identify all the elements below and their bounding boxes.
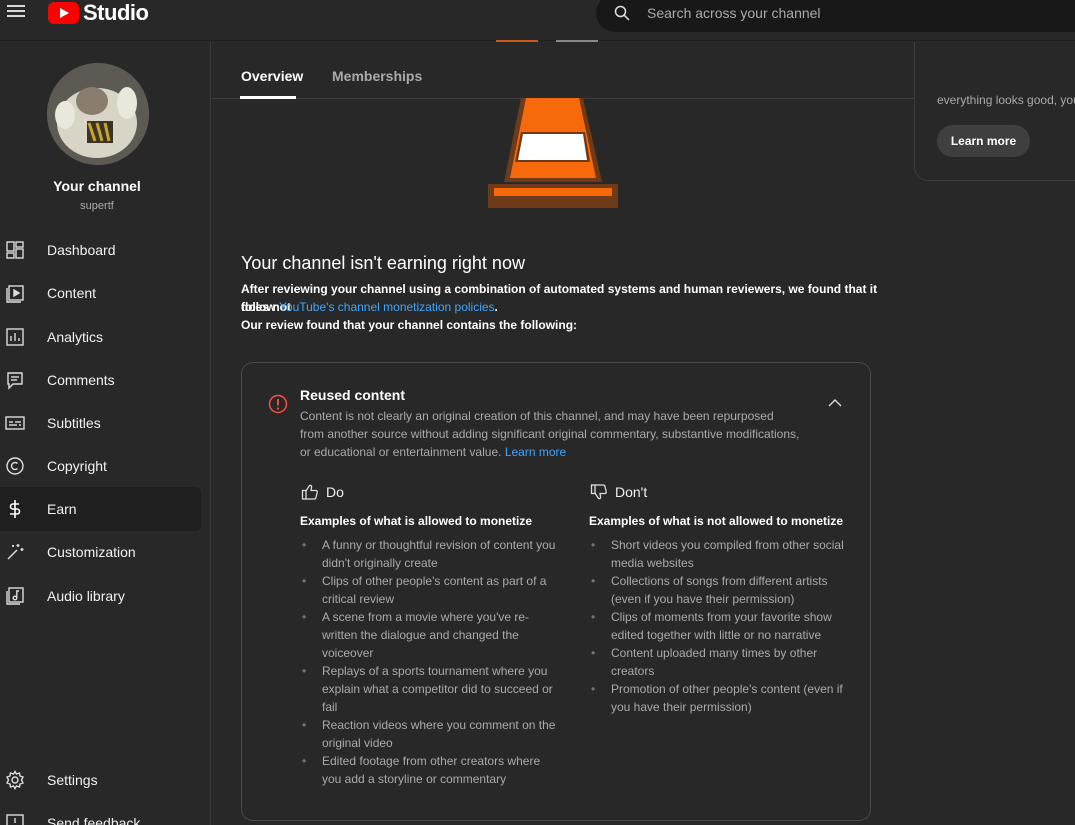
list-item: Short videos you compiled from other soc… — [591, 536, 851, 572]
dollar-icon — [9, 500, 21, 518]
youtube-logo-icon — [48, 2, 79, 24]
traffic-cone-illustration — [488, 98, 618, 208]
active-tab-indicator — [240, 96, 296, 99]
sidebar-item-dashboard[interactable]: Dashboard — [0, 228, 201, 272]
hamburger-menu-icon[interactable] — [5, 2, 27, 24]
search-bar[interactable]: Search across your channel — [596, 0, 1075, 32]
issue-title: Reused content — [300, 387, 406, 403]
status-line-3: Our review found that your channel conta… — [241, 318, 578, 332]
sidebar-item-send-feedback[interactable]: Send feedback — [0, 801, 201, 825]
do-label: Do — [326, 484, 344, 500]
sidebar-item-label: Copyright — [47, 458, 107, 474]
audio-library-icon — [6, 587, 24, 605]
sidebar-item-copyright[interactable]: Copyright — [0, 444, 201, 488]
gear-icon — [6, 770, 24, 790]
sidebar-item-label: Earn — [47, 501, 77, 517]
dashboard-icon — [6, 241, 24, 259]
list-item: Reaction videos where you comment on the… — [302, 716, 562, 752]
copyright-icon — [6, 457, 24, 475]
dont-label: Don't — [615, 484, 648, 500]
thumbs-up-icon — [301, 484, 318, 500]
top-bar: Studio Search across your channel — [0, 0, 1075, 41]
list-item: Collections of songs from different arti… — [591, 572, 851, 608]
content-icon — [6, 285, 24, 303]
sidebar-item-label: Comments — [47, 372, 115, 388]
list-item: Promotion of other people's content (eve… — [591, 680, 851, 716]
sidebar-item-label: Customization — [47, 544, 136, 560]
list-item: A funny or thoughtful revision of conten… — [302, 536, 562, 572]
right-info-panel: everything looks good, you Learn more — [914, 42, 1075, 181]
right-panel-text: everything looks good, you — [937, 93, 1075, 107]
sidebar-item-label: Dashboard — [47, 242, 116, 258]
youtube-studio-logo[interactable]: Studio — [48, 0, 149, 26]
sidebar-item-earn[interactable]: Earn — [0, 487, 201, 531]
sidebar-item-subtitles[interactable]: Subtitles — [0, 401, 201, 445]
reused-content-card: Reused content Content is not clearly an… — [241, 362, 871, 821]
chevron-up-icon[interactable] — [828, 398, 842, 408]
status-line-2-prefix: follow — [241, 300, 279, 314]
do-subtitle: Examples of what is allowed to monetize — [300, 514, 533, 528]
list-item: Content uploaded many times by other cre… — [591, 644, 851, 680]
sidebar-item-label: Audio library — [47, 588, 125, 604]
search-input[interactable]: Search across your channel — [647, 5, 821, 21]
status-line-2-suffix: . — [494, 300, 498, 314]
tab-overview[interactable]: Overview — [241, 68, 303, 84]
sidebar-item-content[interactable]: Content — [0, 271, 201, 315]
sidebar-item-settings[interactable]: Settings — [0, 758, 201, 802]
tab-memberships[interactable]: Memberships — [332, 68, 422, 84]
channel-handle: supertf — [80, 200, 114, 212]
feedback-icon — [6, 814, 24, 825]
sidebar-item-label: Content — [47, 285, 97, 301]
sidebar: Your channel supertf Dashboard Content A… — [0, 42, 211, 825]
status-line-2: follow YouTube's channel monetization po… — [241, 298, 881, 316]
page-title: Your channel isn't earning right now — [241, 253, 525, 273]
magic-wand-icon — [7, 544, 24, 560]
channel-title: Your channel — [53, 178, 141, 194]
subtitles-icon — [5, 416, 25, 430]
analytics-icon — [6, 328, 24, 346]
do-column: Do Examples of what is allowed to moneti… — [300, 482, 560, 786]
sidebar-item-analytics[interactable]: Analytics — [0, 315, 201, 359]
dont-column: Don't Examples of what is not allowed to… — [589, 482, 849, 714]
list-item: Clips of other people's content as part … — [302, 572, 562, 608]
monetization-policy-link[interactable]: YouTube's channel monetization policies — [279, 300, 495, 314]
sidebar-item-customization[interactable]: Customization — [0, 530, 201, 574]
comments-icon — [7, 372, 23, 390]
warning-icon — [268, 394, 288, 414]
list-item: Replays of a sports tournament where you… — [302, 662, 562, 716]
channel-avatar[interactable] — [47, 63, 149, 165]
sidebar-item-comments[interactable]: Comments — [0, 358, 201, 402]
sidebar-item-label: Analytics — [47, 329, 104, 345]
list-item: A scene from a movie where you've re-wri… — [302, 608, 562, 662]
list-item: Clips of moments from your favorite show… — [591, 608, 851, 644]
list-item: Edited footage from other creators where… — [302, 752, 562, 788]
sidebar-item-label: Subtitles — [47, 415, 101, 431]
sidebar-item-label: Settings — [47, 772, 98, 788]
sidebar-item-audio-library[interactable]: Audio library — [0, 574, 201, 618]
thumbs-down-icon — [590, 484, 607, 500]
learn-more-button[interactable]: Learn more — [937, 125, 1030, 157]
dont-subtitle: Examples of what is not allowed to monet… — [589, 514, 844, 528]
learn-more-link[interactable]: Learn more — [505, 445, 566, 459]
sidebar-item-label: Send feedback — [47, 815, 141, 825]
search-icon[interactable] — [614, 5, 630, 21]
logo-text: Studio — [83, 0, 149, 25]
issue-description: Content is not clearly an original creat… — [300, 407, 800, 461]
